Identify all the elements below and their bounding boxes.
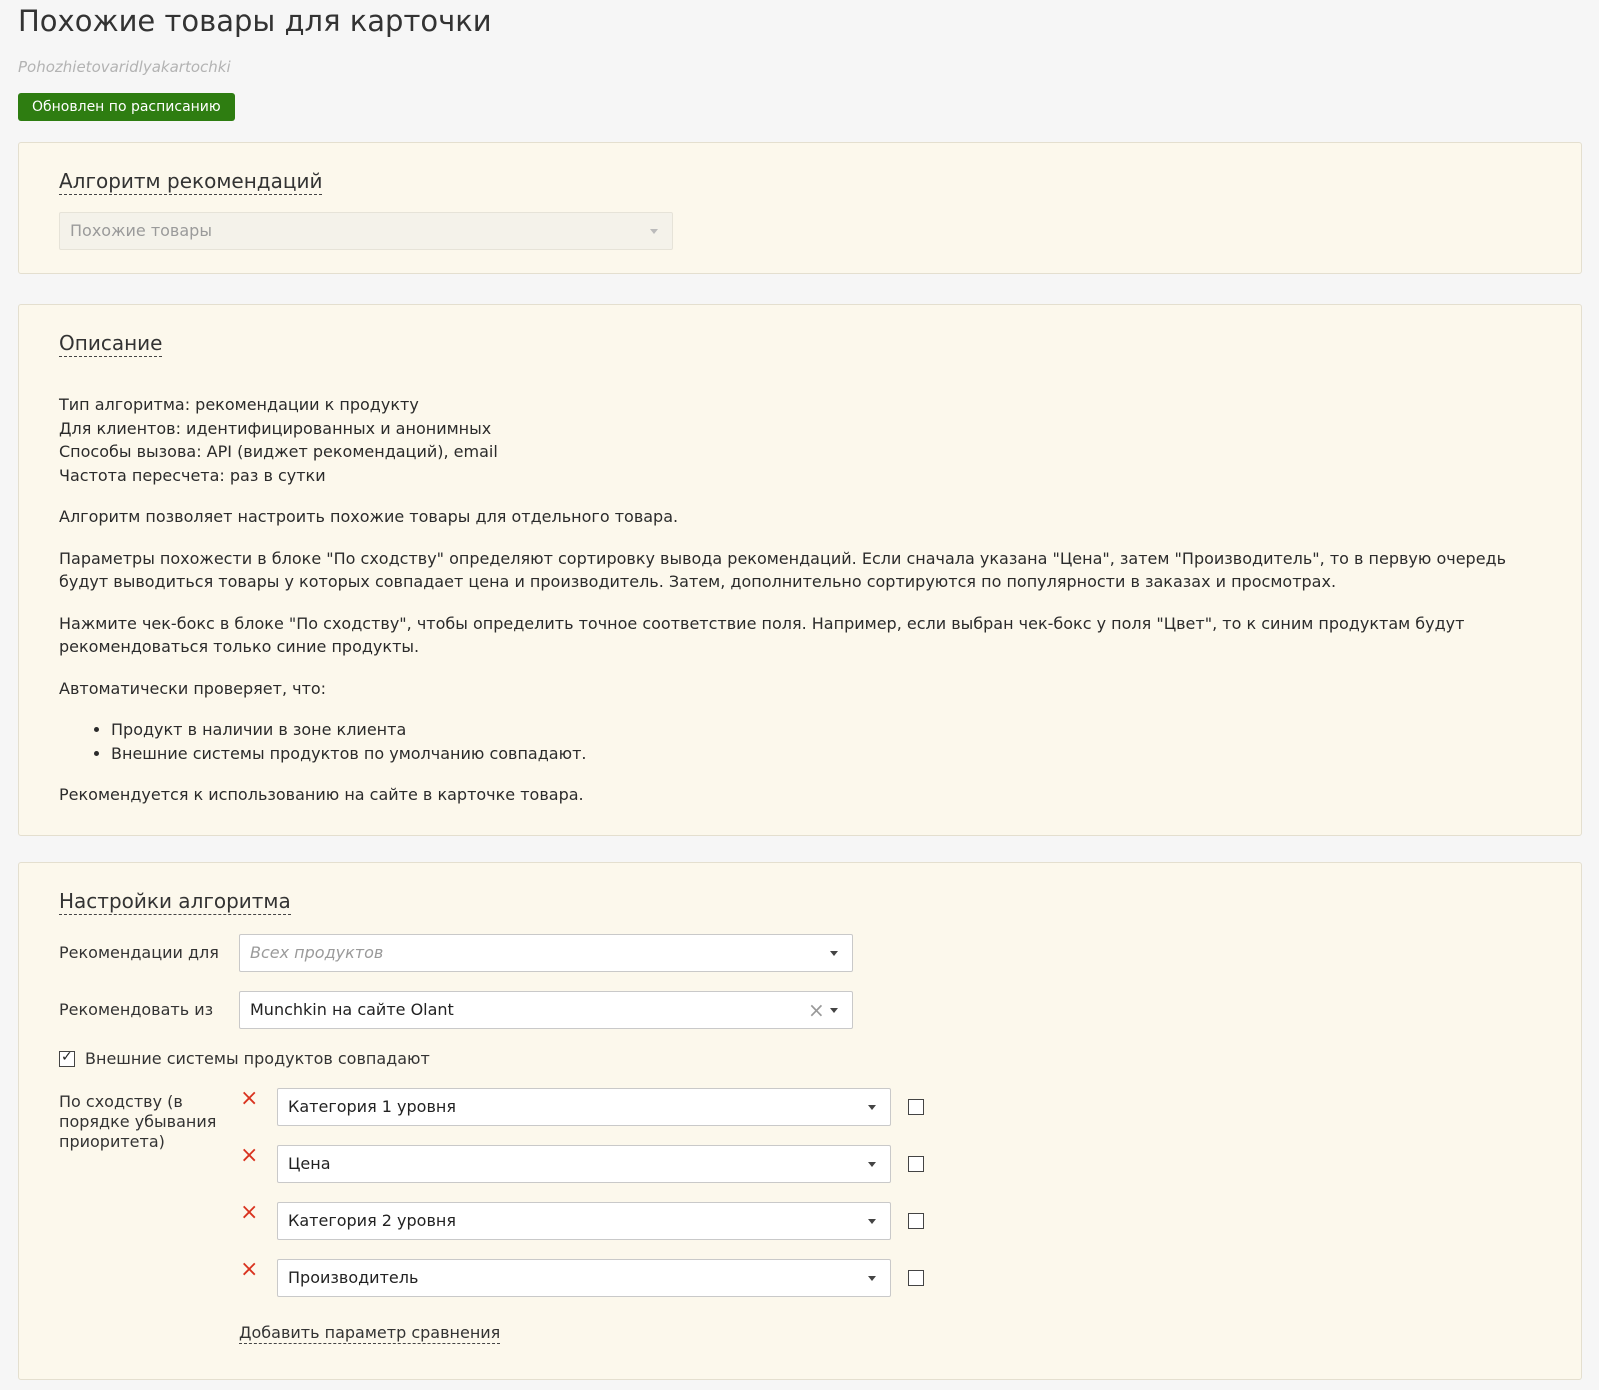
algorithm-panel: Алгоритм рекомендаций Похожие товары xyxy=(18,142,1582,274)
page: Похожие товары для карточки Pohozhietova… xyxy=(0,0,1599,1390)
desc-line: Частота пересчета: раз в сутки xyxy=(59,465,326,485)
auto-check-list: Продукт в наличии в зоне клиента Внешние… xyxy=(59,718,1539,765)
similarity-param-value: Категория 1 уровня xyxy=(288,1097,456,1116)
description-text: Тип алгоритма: рекомендации к продукту Д… xyxy=(59,393,1539,807)
add-param-link[interactable]: Добавить параметр сравнения xyxy=(239,1323,501,1344)
desc-paragraph: Автоматически проверяет, что: xyxy=(59,678,327,698)
chevron-down-icon xyxy=(868,1219,876,1224)
desc-line: Способы вызова: API (виджет рекомендаций… xyxy=(59,442,498,461)
chevron-down-icon xyxy=(868,1276,876,1281)
chevron-down-icon xyxy=(830,951,838,956)
desc-paragraph: Алгоритм позволяет настроить похожие тов… xyxy=(59,507,679,526)
algorithm-panel-title[interactable]: Алгоритм рекомендаций xyxy=(59,169,323,195)
list-item: Продукт в наличии в зоне клиента xyxy=(111,718,1539,742)
chevron-down-icon xyxy=(868,1105,876,1110)
external-systems-label[interactable]: Внешние системы продуктов совпадают xyxy=(85,1049,430,1069)
chevron-down-icon xyxy=(650,229,658,234)
settings-panel: Настройки алгоритма Рекомендации для Все… xyxy=(18,862,1582,1380)
desc-line: Тип алгоритма: рекомендации к продукту xyxy=(59,395,419,414)
close-icon[interactable]: × xyxy=(240,1259,258,1281)
desc-paragraph: Параметры похожести в блоке "По сходству… xyxy=(59,548,1507,592)
close-icon[interactable]: × xyxy=(240,1145,258,1167)
similarity-param-select[interactable]: Категория 1 уровня xyxy=(277,1088,891,1126)
similarity-param-value: Цена xyxy=(288,1154,331,1173)
recommendations-for-placeholder: Всех продуктов xyxy=(250,943,384,962)
status-badge: Обновлен по расписанию xyxy=(18,93,235,121)
recommend-from-label: Рекомендовать из xyxy=(59,1000,214,1019)
desc-line: Для клиентов: идентифицированных и анони… xyxy=(59,418,492,438)
clear-icon[interactable]: × xyxy=(808,992,825,1028)
similarity-label: По сходству (в порядке убывания приорите… xyxy=(59,1092,217,1151)
algorithm-select-value: Похожие товары xyxy=(70,221,212,240)
recommendations-for-select[interactable]: Всех продуктов xyxy=(239,934,853,972)
desc-paragraph: Нажмите чек-бокс в блоке "По сходству", … xyxy=(59,613,1465,657)
chevron-down-icon xyxy=(830,1008,838,1013)
exact-match-checkbox[interactable] xyxy=(908,1270,924,1286)
description-panel: Описание Тип алгоритма: рекомендации к п… xyxy=(18,304,1582,836)
close-icon[interactable]: × xyxy=(240,1088,258,1110)
recommend-from-select[interactable]: Munchkin на сайте Olant × xyxy=(239,991,853,1029)
page-title: Похожие товары для карточки xyxy=(18,4,492,38)
description-panel-title[interactable]: Описание xyxy=(59,331,163,357)
system-name: Pohozhietovaridlyakartochki xyxy=(18,58,231,76)
close-icon[interactable]: × xyxy=(240,1202,258,1224)
external-systems-checkbox[interactable] xyxy=(59,1049,75,1067)
recommendations-for-label: Рекомендации для xyxy=(59,943,219,962)
list-item: Внешние системы продуктов по умолчанию с… xyxy=(111,742,1539,766)
chevron-down-icon xyxy=(868,1162,876,1167)
recommend-from-value: Munchkin на сайте Olant xyxy=(250,1000,454,1019)
similarity-param-select[interactable]: Производитель xyxy=(277,1259,891,1297)
settings-panel-title[interactable]: Настройки алгоритма xyxy=(59,889,291,915)
exact-match-checkbox[interactable] xyxy=(908,1099,924,1115)
exact-match-checkbox[interactable] xyxy=(908,1213,924,1229)
similarity-param-select[interactable]: Категория 2 уровня xyxy=(277,1202,891,1240)
algorithm-select: Похожие товары xyxy=(59,212,673,250)
exact-match-checkbox[interactable] xyxy=(908,1156,924,1172)
desc-paragraph: Рекомендуется к использованию на сайте в… xyxy=(59,785,584,804)
similarity-param-value: Категория 2 уровня xyxy=(288,1211,456,1230)
similarity-param-value: Производитель xyxy=(288,1268,419,1287)
similarity-param-select[interactable]: Цена xyxy=(277,1145,891,1183)
